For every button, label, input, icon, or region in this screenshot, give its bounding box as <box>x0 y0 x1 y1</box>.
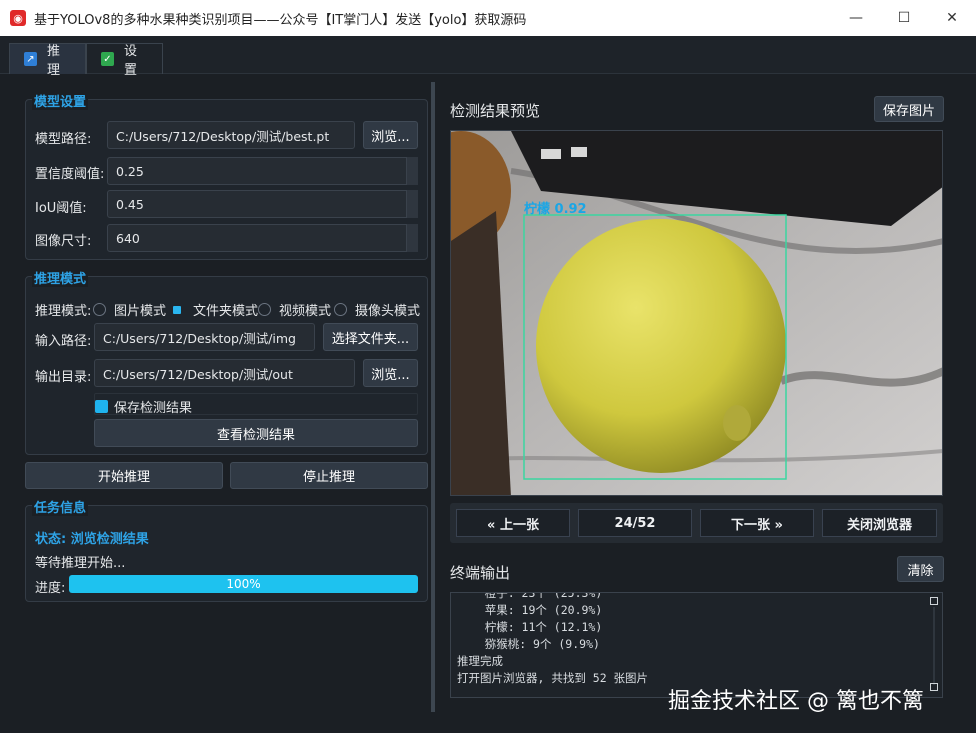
start-inference-button[interactable]: 开始推理 <box>25 462 223 489</box>
tab-bar: ↗ 推理 ✓ 设置 <box>0 36 976 78</box>
minimize-button[interactable]: — <box>832 0 880 36</box>
input-path-field[interactable]: C:/Users/712/Desktop/测试/img <box>94 323 315 351</box>
radio-video-label: 视频模式 <box>279 304 332 319</box>
radio-image-mode[interactable]: 图片模式 <box>93 300 166 319</box>
close-button[interactable]: ✕ <box>928 0 976 36</box>
status-text: 状态: 浏览检测结果 <box>35 532 149 547</box>
terminal-line: 猕猴桃: 9个 (9.9%) <box>457 637 600 651</box>
window-title: 基于YOLOv8的多种水果种类识别项目——公众号【IT掌门人】发送【yolo】获… <box>34 12 527 28</box>
view-results-button[interactable]: 查看检测结果 <box>94 419 418 447</box>
progress-value: 100% <box>226 577 261 591</box>
output-dir-field[interactable]: C:/Users/712/Desktop/测试/out <box>94 359 355 387</box>
detection-preview-image: 柠檬 0.92 <box>450 130 943 496</box>
close-browser-button[interactable]: 关闭浏览器 <box>822 509 937 537</box>
panel-splitter[interactable] <box>431 82 435 712</box>
progress-bar: 100% <box>69 575 418 593</box>
status-message: 等待推理开始... <box>35 556 126 571</box>
device-port <box>541 149 561 159</box>
terminal-line: 柠檬: 11个 (12.1%) <box>457 620 603 634</box>
inference-mode-title: 推理模式 <box>32 268 89 287</box>
terminal-line: 橙子: 23个 (25.3%) <box>457 592 603 600</box>
input-path-label: 输入路径: <box>35 334 92 349</box>
tab-inference[interactable]: ↗ 推理 <box>9 43 86 78</box>
save-results-label: 保存检测结果 <box>114 401 193 416</box>
lemon-stem <box>723 405 751 441</box>
lemon-fruit <box>536 219 786 473</box>
checkbox-checked-icon <box>95 400 108 413</box>
conf-spinbox[interactable]: 0.25 <box>107 157 418 185</box>
radio-camera-mode[interactable]: 摄像头模式 <box>334 300 420 319</box>
clear-terminal-button[interactable]: 清除 <box>897 556 944 582</box>
check-icon: ✓ <box>101 52 114 66</box>
radio-image-label: 图片模式 <box>114 304 167 319</box>
model-browse-button[interactable]: 浏览... <box>363 121 418 149</box>
terminal-line: 推理完成 <box>457 654 503 668</box>
chart-icon: ↗ <box>24 52 37 66</box>
save-image-button[interactable]: 保存图片 <box>874 96 944 122</box>
tab-settings-label: 设置 <box>123 44 137 78</box>
scroll-handle[interactable] <box>930 597 938 605</box>
radio-dot <box>258 303 271 316</box>
tab-inference-label: 推理 <box>46 44 60 78</box>
radio-video-mode[interactable]: 视频模式 <box>258 300 331 319</box>
imgsz-stepper[interactable] <box>406 224 418 252</box>
detection-label: 柠檬 0.92 <box>524 201 587 217</box>
terminal-scrollbar[interactable] <box>930 597 938 691</box>
imgsz-label: 图像尺寸: <box>35 234 92 249</box>
scroll-handle-bottom[interactable] <box>930 683 938 691</box>
title-bar: ◉ 基于YOLOv8的多种水果种类识别项目——公众号【IT掌门人】发送【yolo… <box>0 0 976 36</box>
image-counter: 24/52 <box>578 509 692 537</box>
radio-dot <box>93 303 106 316</box>
app-logo-icon: ◉ <box>10 10 26 26</box>
task-info-title: 任务信息 <box>32 497 89 516</box>
radio-folder-mode[interactable]: 文件夹模式 <box>170 300 258 319</box>
radio-camera-label: 摄像头模式 <box>355 304 421 319</box>
mode-label: 推理模式: <box>35 304 92 319</box>
radio-dot-selected <box>173 305 181 314</box>
imgsz-spinbox[interactable]: 640 <box>107 224 418 252</box>
terminal-title: 终端输出 <box>450 564 511 582</box>
preview-photo: 柠檬 0.92 <box>451 131 942 495</box>
model-settings-title: 模型设置 <box>32 91 89 110</box>
progress-label: 进度: <box>35 581 66 596</box>
conf-stepper[interactable] <box>406 157 418 185</box>
navigation-panel: « 上一张 24/52 下一张 » 关闭浏览器 <box>450 503 943 543</box>
maximize-button[interactable]: ☐ <box>880 0 928 36</box>
radio-dot <box>334 303 347 316</box>
iou-label: IoU阈值: <box>35 201 87 216</box>
model-path-label: 模型路径: <box>35 132 92 147</box>
prev-image-button[interactable]: « 上一张 <box>456 509 570 537</box>
iou-spinbox[interactable]: 0.45 <box>107 190 418 218</box>
save-results-checkbox[interactable]: 保存检测结果 <box>95 397 192 416</box>
iou-stepper[interactable] <box>406 190 418 218</box>
tab-settings[interactable]: ✓ 设置 <box>86 43 163 78</box>
model-path-field[interactable]: C:/Users/712/Desktop/测试/best.pt <box>107 121 355 149</box>
scroll-track <box>933 607 935 685</box>
terminal-line: 苹果: 19个 (20.9%) <box>457 603 603 617</box>
output-browse-button[interactable]: 浏览... <box>363 359 418 387</box>
next-image-button[interactable]: 下一张 » <box>700 509 814 537</box>
device-port <box>571 147 587 157</box>
window-controls: — ☐ ✕ <box>832 0 976 36</box>
watermark: 掘金技术社区 @ 篱也不篱 <box>668 689 924 714</box>
preview-title: 检测结果预览 <box>450 102 541 120</box>
conf-label: 置信度阈值: <box>35 167 105 182</box>
select-folder-button[interactable]: 选择文件夹... <box>323 323 418 351</box>
radio-folder-label: 文件夹模式 <box>193 304 259 319</box>
stop-inference-button[interactable]: 停止推理 <box>230 462 428 489</box>
output-dir-label: 输出目录: <box>35 370 92 385</box>
